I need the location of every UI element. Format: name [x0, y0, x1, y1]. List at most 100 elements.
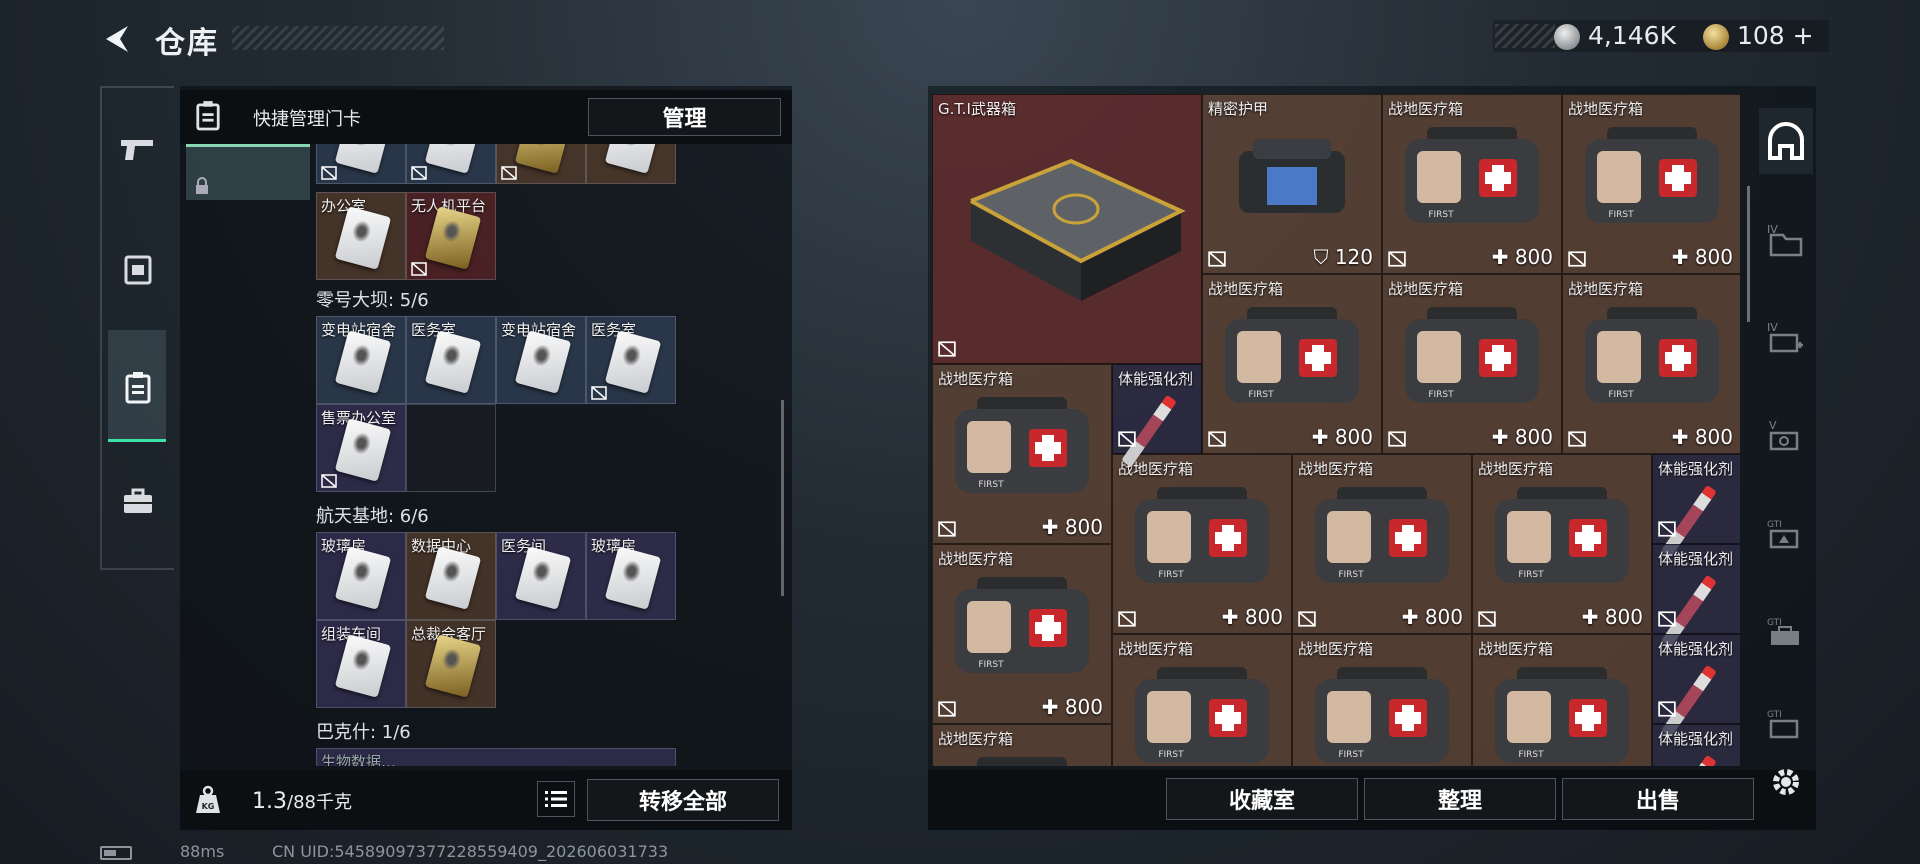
first-aid-kit-icon: FIRST: [1315, 487, 1449, 583]
no-carry-icon: [1568, 251, 1586, 267]
item-field-medkit[interactable]: 战地医疗箱FIRST✚ 800: [1112, 454, 1292, 634]
weight-readout: 1.3/88千克: [252, 789, 352, 814]
item-field-medkit[interactable]: 战地医疗箱FIRST✚ 800: [932, 364, 1112, 544]
keycard-cell[interactable]: 总裁会客厅: [406, 620, 496, 708]
item-field-medkit[interactable]: 战地医疗箱FIRST✚ 800: [1472, 634, 1652, 766]
settings-gear-icon[interactable]: [1766, 762, 1806, 802]
keycard-cell[interactable]: 组装车间: [316, 620, 406, 708]
keycard-cell[interactable]: 医务室: [586, 316, 676, 404]
item-field-medkit[interactable]: 战地医疗箱FIRST✚ 800: [1292, 634, 1472, 766]
rnav-gti-map[interactable]: GTI: [1759, 500, 1813, 566]
keycard-cell[interactable]: 数据中心: [406, 532, 496, 620]
medkit-heal-value: ✚ 800: [1581, 605, 1643, 629]
vault-button[interactable]: 收藏室: [1166, 778, 1358, 820]
nav-weapons[interactable]: [110, 122, 166, 178]
medkit-heal-value: ✚ 800: [1041, 515, 1103, 539]
no-carry-icon: [1388, 251, 1406, 267]
keycard-cell[interactable]: 变电站宿舍: [316, 316, 406, 404]
rnav-gti-case[interactable]: GTI: [1759, 598, 1813, 664]
selected-keycard-slot[interactable]: [186, 144, 310, 200]
item-field-medkit[interactable]: 战地医疗箱FIRST✚ 800: [1562, 274, 1740, 454]
item-armor[interactable]: 精密护甲 ⛉ 120: [1202, 94, 1382, 274]
tier4-folder-icon: IV: [1767, 223, 1803, 257]
item-field-medkit[interactable]: 战地医疗箱FIRST✚ 800: [932, 724, 1112, 766]
keycard-cell[interactable]: 生物数据…: [316, 748, 676, 766]
no-carry-icon: [938, 701, 956, 717]
keycard-cell[interactable]: 医务间: [496, 532, 586, 620]
currency-amount-2[interactable]: 108 +: [1737, 21, 1814, 50]
page-title: 仓库: [155, 26, 219, 61]
item-stim-injector[interactable]: 体能强化剂: [1652, 454, 1740, 558]
currency-amount-1: 4,146K: [1588, 21, 1676, 50]
item-field-medkit[interactable]: 战地医疗箱FIRST✚ 800: [1202, 274, 1382, 454]
first-aid-kit-icon: FIRST: [1135, 667, 1269, 763]
lock-icon: [196, 177, 208, 194]
keycard-list[interactable]: 办公室 无人机平台 零号大坝: 5/6 变电站宿舍 医务室 变电站宿舍 医务室 …: [316, 144, 688, 766]
no-carry-icon: [1118, 431, 1136, 447]
keycard-cell[interactable]: 玻璃房: [586, 532, 676, 620]
svg-text:FIRST: FIRST: [1248, 390, 1274, 400]
title-decoration: [232, 26, 444, 50]
keycard-cell[interactable]: [496, 144, 586, 184]
item-stim-injector[interactable]: 体能强化剂: [1652, 724, 1740, 766]
pistol-icon: [121, 140, 153, 160]
item-stim-injector[interactable]: 体能强化剂: [1652, 544, 1740, 648]
item-field-medkit[interactable]: 战地医疗箱FIRST✚ 800: [1562, 94, 1740, 274]
plus-icon[interactable]: +: [1793, 21, 1814, 50]
keycard-cell[interactable]: 售票办公室: [316, 404, 406, 492]
gti-key-icon: GTI: [1767, 710, 1799, 739]
left-scrollbar[interactable]: [781, 400, 784, 596]
first-aid-kit-icon: FIRST: [1315, 667, 1449, 763]
keycard-cell[interactable]: [586, 144, 676, 184]
weapon-case-icon: [970, 158, 1186, 301]
back-arrow-icon[interactable]: [100, 22, 134, 56]
silver-coin-icon: [1554, 24, 1580, 50]
manage-button[interactable]: 管理: [588, 98, 781, 136]
keycard-cell[interactable]: 医务室: [406, 316, 496, 404]
keycard-cell[interactable]: 变电站宿舍: [496, 316, 586, 404]
transfer-all-button[interactable]: 转移全部: [587, 779, 779, 821]
no-carry-icon: [1658, 611, 1676, 627]
rnav-tier5-camera[interactable]: V: [1759, 402, 1813, 468]
item-stim-injector[interactable]: 体能强化剂: [1112, 364, 1202, 468]
stash-grid[interactable]: G.T.I武器箱 精密护甲 ⛉ 120 战地医疗箱 FIRST ✚ 800 战地医疗箱…: [932, 94, 1740, 766]
keycard-cell[interactable]: [406, 144, 496, 184]
right-scrollbar[interactable]: [1747, 186, 1750, 322]
svg-text:FIRST: FIRST: [978, 660, 1004, 670]
item-field-medkit[interactable]: 战地医疗箱FIRST✚ 800: [1292, 454, 1472, 634]
medkit-heal-value: ✚ 800: [1401, 605, 1463, 629]
sort-button[interactable]: 整理: [1364, 778, 1556, 820]
svg-text:FIRST: FIRST: [1338, 570, 1364, 580]
keycard-cell[interactable]: [316, 144, 406, 184]
item-field-medkit[interactable]: 战地医疗箱FIRST✚ 800: [1382, 94, 1562, 274]
no-carry-icon: [321, 474, 337, 488]
item-field-medkit[interactable]: 战地医疗箱FIRST✚ 800: [1472, 454, 1652, 634]
keycard-holder-icon: [186, 94, 230, 138]
nav-safe[interactable]: [110, 242, 166, 298]
item-field-medkit[interactable]: 战地医疗箱FIRST✚ 800: [932, 544, 1112, 724]
no-carry-icon: [938, 521, 956, 537]
keycard-cell[interactable]: 办公室: [316, 192, 406, 280]
item-field-medkit[interactable]: 战地医疗箱FIRST✚ 800: [1112, 634, 1292, 766]
rnav-gti-key[interactable]: GTI: [1759, 690, 1813, 756]
nav-keycards[interactable]: [110, 360, 166, 416]
rnav-tier4-medkit[interactable]: IV: [1759, 304, 1813, 370]
nav-briefcase[interactable]: [110, 474, 166, 530]
tier5-camera-icon: V: [1769, 419, 1799, 451]
no-carry-icon: [1208, 431, 1226, 447]
keycard-cell[interactable]: 玻璃房: [316, 532, 406, 620]
item-weapon-box[interactable]: G.T.I武器箱: [932, 94, 1202, 364]
list-view-button[interactable]: [537, 781, 575, 817]
sell-button[interactable]: 出售: [1562, 778, 1754, 820]
item-field-medkit[interactable]: 战地医疗箱FIRST✚ 800: [1382, 274, 1562, 454]
no-carry-icon: [1478, 611, 1496, 627]
medkit-heal-value: ✚ 800: [1041, 695, 1103, 719]
gold-coin-icon: [1703, 24, 1729, 50]
no-carry-icon: [1388, 431, 1406, 447]
no-carry-icon: [938, 341, 956, 357]
item-stim-injector[interactable]: 体能强化剂: [1652, 634, 1740, 738]
rnav-tier4-folder[interactable]: IV: [1759, 206, 1813, 272]
rnav-home[interactable]: [1759, 108, 1813, 174]
keycard-cell[interactable]: 无人机平台: [406, 192, 496, 280]
ping-readout: 88ms: [180, 842, 225, 861]
